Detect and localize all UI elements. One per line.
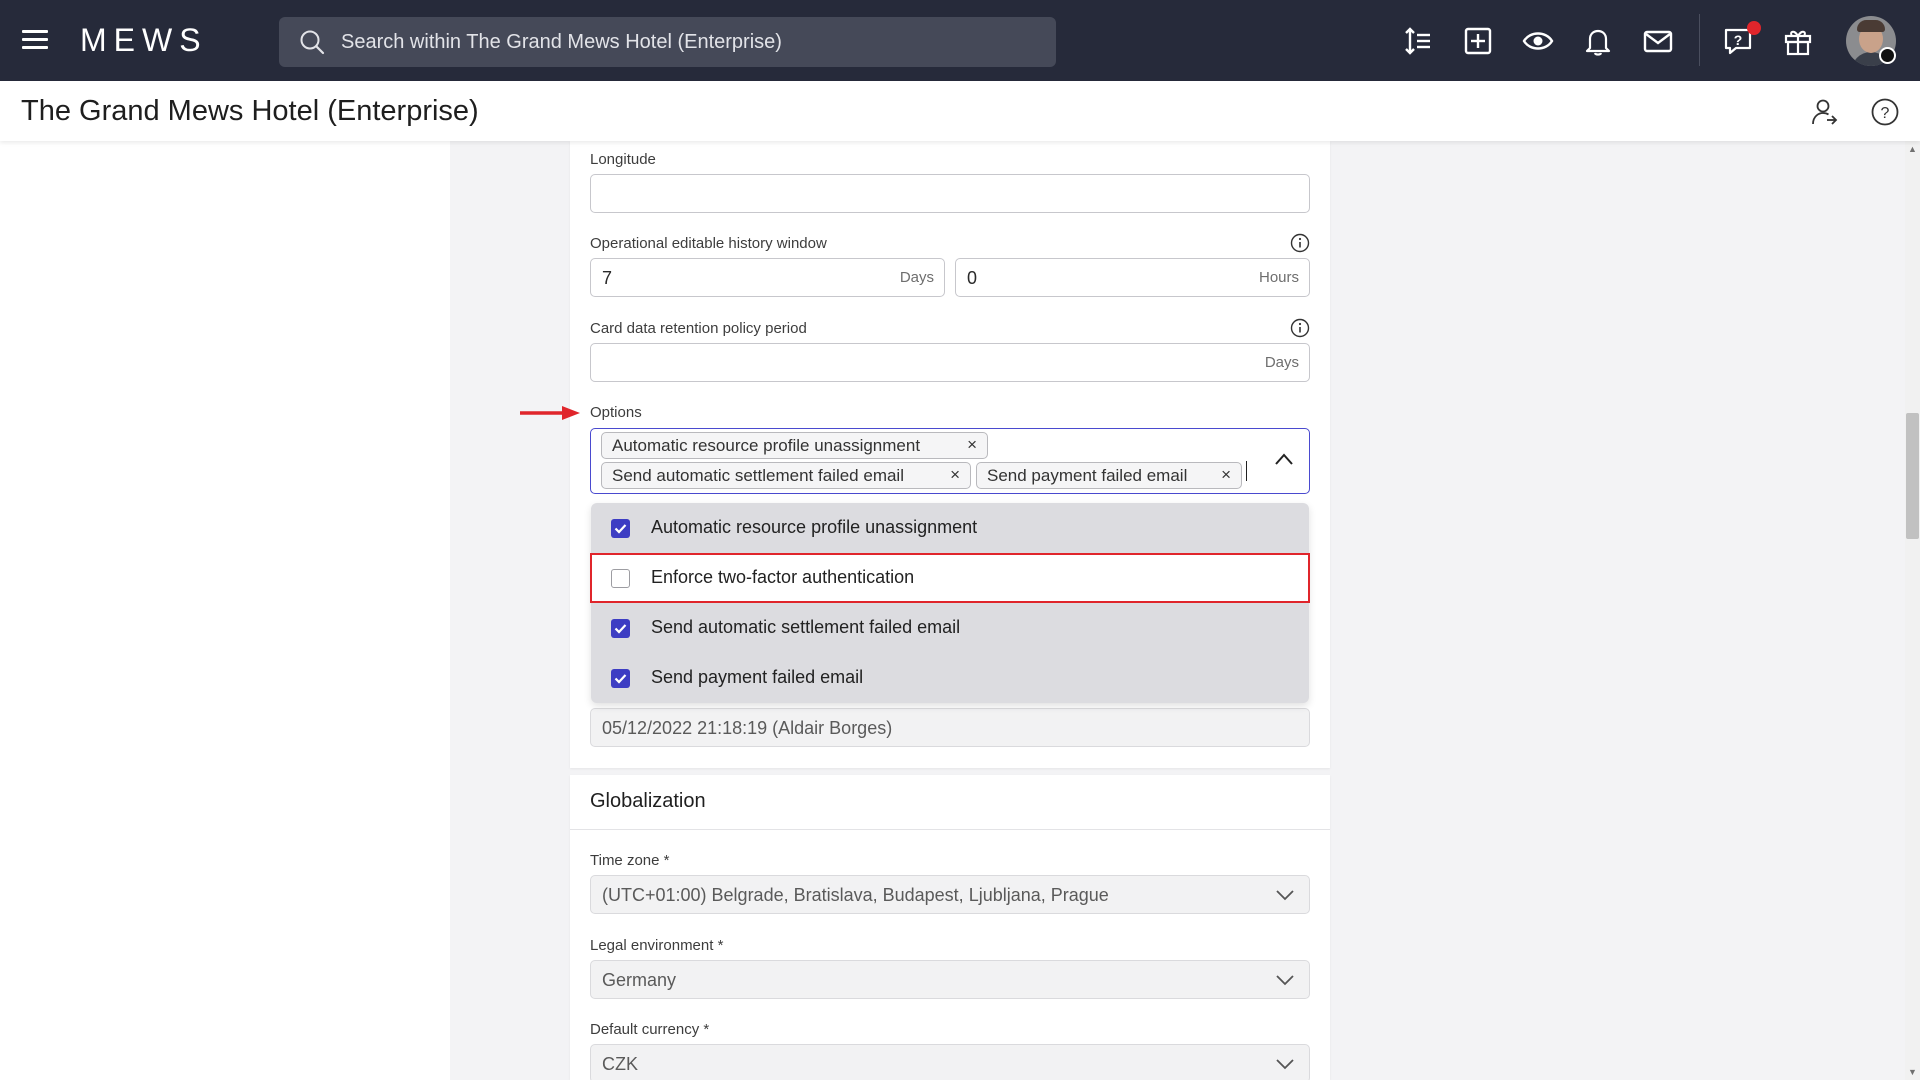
options-dropdown: Automatic resource profile unassignment … (590, 503, 1310, 703)
left-panel (0, 141, 450, 1080)
time-zone-value: (UTC+01:00) Belgrade, Bratislava, Budape… (602, 885, 1109, 905)
dropdown-option[interactable]: Send payment failed email (591, 653, 1309, 703)
default-currency-label: Default currency * (590, 1021, 710, 1038)
default-currency-select[interactable]: CZK (590, 1044, 1310, 1080)
dropdown-option-label: Send payment failed email (651, 667, 864, 687)
globalization-title: Globalization (590, 790, 706, 812)
info-icon[interactable] (1290, 318, 1310, 338)
chevron-down-icon (1276, 890, 1294, 901)
option-chip-label: Send automatic settlement failed email (612, 466, 904, 485)
last-update-value: 05/12/2022 21:18:19 (Aldair Borges) (602, 718, 893, 738)
notification-dot (1747, 21, 1761, 35)
legal-environment-select[interactable]: Germany (590, 960, 1310, 999)
bell-icon[interactable] (1582, 25, 1614, 57)
checkbox-checked-icon[interactable] (611, 619, 630, 638)
chevron-down-icon (1276, 1059, 1294, 1070)
info-icon[interactable] (1290, 233, 1310, 253)
longitude-label: Longitude (590, 151, 656, 168)
options-label: Options (590, 404, 642, 421)
help-icon[interactable]: ? (1870, 97, 1900, 127)
chevron-down-icon (1276, 975, 1294, 986)
menu-icon[interactable] (22, 30, 48, 50)
card-retention-label: Card data retention policy period (590, 320, 807, 337)
default-currency-value: CZK (602, 1054, 638, 1074)
eye-icon[interactable] (1522, 25, 1554, 57)
longitude-input[interactable] (590, 174, 1310, 213)
history-hours-value: 0 (967, 268, 978, 288)
dropdown-option-highlighted[interactable]: Enforce two-factor authentication (590, 553, 1310, 603)
scroll-down-arrow-icon[interactable]: ▼ (1906, 1066, 1919, 1078)
checkbox-checked-icon[interactable] (611, 519, 630, 538)
gift-icon[interactable] (1782, 25, 1814, 57)
dropdown-option-label: Send automatic settlement failed email (651, 617, 961, 637)
option-chip: Send automatic settlement failed email × (601, 462, 971, 489)
option-chip: Automatic resource profile unassignment … (601, 432, 988, 459)
option-chip-label: Send payment failed email (987, 466, 1188, 485)
history-days-value: 7 (602, 268, 613, 288)
legal-environment-label: Legal environment * (590, 937, 724, 954)
dropdown-option[interactable]: Send automatic settlement failed email (591, 603, 1309, 653)
svg-text:?: ? (1734, 32, 1743, 48)
option-chip-label: Automatic resource profile unassignment (612, 436, 921, 455)
last-update-field: 05/12/2022 21:18:19 (Aldair Borges) (590, 708, 1310, 747)
page-title: The Grand Mews Hotel (Enterprise) (21, 95, 479, 127)
history-days-unit: Days (899, 269, 934, 286)
user-switch-icon[interactable] (1810, 97, 1840, 127)
chip-remove-icon[interactable]: × (950, 465, 960, 485)
option-chip: Send payment failed email × (976, 462, 1242, 489)
scrollbar-thumb[interactable] (1906, 413, 1919, 539)
add-icon[interactable] (1462, 25, 1494, 57)
topbar-divider (1699, 14, 1700, 66)
search-icon (300, 30, 325, 55)
card-retention-input[interactable]: Days (590, 343, 1310, 382)
dropdown-option-label: Automatic resource profile unassignment (651, 517, 978, 537)
avatar-status-badge (1879, 47, 1896, 64)
section-divider (570, 829, 1330, 830)
dropdown-option-label: Enforce two-factor authentication (651, 567, 915, 587)
text-caret (1246, 461, 1247, 481)
annotation-arrow-icon (520, 406, 580, 420)
legal-environment-value: Germany (602, 970, 677, 990)
history-hours-input[interactable]: 0 Hours (955, 258, 1310, 297)
scroll-up-arrow-icon[interactable]: ▲ (1906, 143, 1919, 155)
history-hours-unit: Hours (1258, 269, 1299, 286)
chevron-up-icon[interactable] (1274, 452, 1294, 466)
checkbox-checked-icon[interactable] (611, 669, 630, 688)
dropdown-option[interactable]: Automatic resource profile unassignment (591, 503, 1309, 553)
mail-icon[interactable] (1642, 25, 1674, 57)
card-retention-unit: Days (1264, 354, 1299, 371)
chip-remove-icon[interactable]: × (967, 435, 977, 455)
sort-icon[interactable] (1402, 25, 1434, 57)
checkbox-unchecked-icon[interactable] (611, 569, 630, 588)
svg-text:?: ? (1881, 105, 1890, 122)
time-zone-select[interactable]: (UTC+01:00) Belgrade, Bratislava, Budape… (590, 875, 1310, 914)
chip-remove-icon[interactable]: × (1221, 465, 1231, 485)
page-header: The Grand Mews Hotel (Enterprise) ? (0, 81, 1920, 141)
history-window-label: Operational editable history window (590, 235, 827, 252)
search-input[interactable]: Search within The Grand Mews Hotel (Ente… (279, 17, 1056, 67)
time-zone-label: Time zone * (590, 852, 670, 869)
search-placeholder: Search within The Grand Mews Hotel (Ente… (341, 31, 782, 53)
history-days-input[interactable]: 7 Days (590, 258, 945, 297)
scrollbar-track[interactable] (1905, 141, 1920, 1080)
top-navigation-bar: MEWS Search within The Grand Mews Hotel … (0, 0, 1920, 81)
mews-logo[interactable]: MEWS (80, 22, 208, 59)
